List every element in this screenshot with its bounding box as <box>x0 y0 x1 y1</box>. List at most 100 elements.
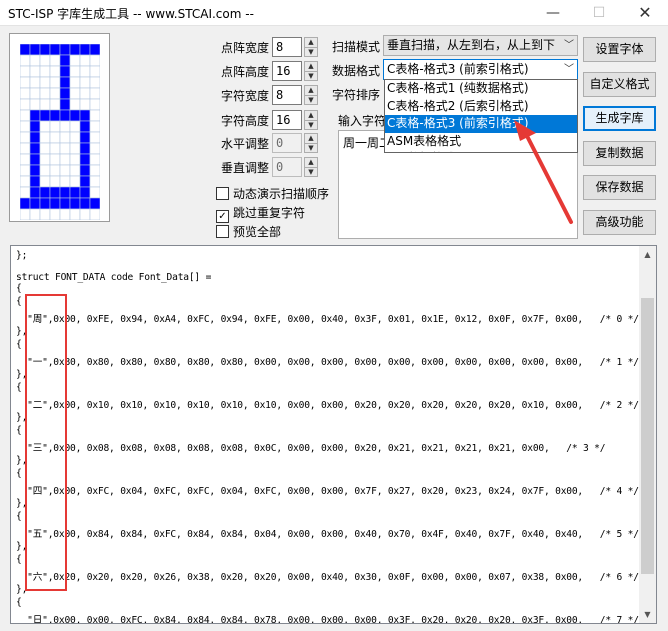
pixel-on[interactable] <box>69 44 81 56</box>
pixel-off[interactable] <box>20 175 31 188</box>
pixel-off[interactable] <box>39 142 51 155</box>
pixel-on[interactable] <box>29 175 41 188</box>
pixel-on[interactable] <box>49 109 61 122</box>
pixel-off[interactable] <box>29 54 41 67</box>
pixel-on[interactable] <box>29 164 41 177</box>
code-output[interactable]: }; struct FONT_DATA code Font_Data[] ={{ … <box>10 245 657 624</box>
pixel-off[interactable] <box>39 120 51 133</box>
spin-down-icon[interactable]: ▼ <box>305 71 317 80</box>
set-font-button[interactable]: 设置字体 <box>583 37 656 62</box>
generate-font-button[interactable]: 生成字库 <box>583 106 656 131</box>
pixel-off[interactable] <box>69 142 81 155</box>
pixel-off[interactable] <box>49 76 61 89</box>
pixel-off[interactable] <box>39 65 51 78</box>
pixel-off[interactable] <box>29 98 41 111</box>
pixel-off[interactable] <box>20 98 31 111</box>
pixel-off[interactable] <box>59 153 71 166</box>
pixel-off[interactable] <box>39 153 51 166</box>
pixel-off[interactable] <box>20 153 31 166</box>
pixel-on[interactable] <box>29 44 41 56</box>
spin-down-icon[interactable]: ▼ <box>305 47 317 56</box>
maximize-button[interactable]: ☐ <box>576 0 622 26</box>
pixel-off[interactable] <box>89 98 100 111</box>
dot-height-input[interactable]: 16 <box>272 61 302 81</box>
pixel-off[interactable] <box>20 164 31 177</box>
pixel-off[interactable] <box>20 109 31 122</box>
v-adjust-spinner[interactable]: ▲ ▼ <box>304 157 318 177</box>
pixel-on[interactable] <box>59 98 71 111</box>
pixel-off[interactable] <box>59 208 71 220</box>
animate-scan-checkbox[interactable]: 动态演示扫描顺序 <box>216 185 329 203</box>
pixel-on[interactable] <box>79 120 91 133</box>
skip-duplicate-check-box[interactable]: ✓ <box>216 210 229 223</box>
pixel-off[interactable] <box>39 175 51 188</box>
pixel-off[interactable] <box>39 87 51 100</box>
copy-data-button[interactable]: 复制数据 <box>583 141 656 166</box>
pixel-on[interactable] <box>39 44 51 56</box>
pixel-off[interactable] <box>49 98 61 111</box>
v-adjust-input[interactable]: 0 <box>272 157 302 177</box>
data-format-option[interactable]: ASM表格格式 <box>385 133 577 151</box>
spin-up-icon[interactable]: ▲ <box>305 134 317 143</box>
pixel-off[interactable] <box>59 142 71 155</box>
char-width-input[interactable]: 8 <box>272 85 302 105</box>
pixel-on[interactable] <box>79 131 91 144</box>
pixel-off[interactable] <box>49 87 61 100</box>
pixel-on[interactable] <box>59 54 71 67</box>
char-height-spinner[interactable]: ▲ ▼ <box>304 110 318 130</box>
pixel-off[interactable] <box>20 142 31 155</box>
h-adjust-input[interactable]: 0 <box>272 133 302 153</box>
pixel-on[interactable] <box>29 186 41 199</box>
pixel-off[interactable] <box>49 164 61 177</box>
pixel-off[interactable] <box>69 175 81 188</box>
pixel-off[interactable] <box>69 131 81 144</box>
spin-down-icon[interactable]: ▼ <box>305 167 317 176</box>
save-data-button[interactable]: 保存数据 <box>583 175 656 200</box>
pixel-off[interactable] <box>89 153 100 166</box>
pixel-off[interactable] <box>79 98 91 111</box>
spin-down-icon[interactable]: ▼ <box>305 143 317 152</box>
data-format-option[interactable]: C表格-格式2 (后索引格式) <box>385 98 577 116</box>
pixel-off[interactable] <box>20 54 31 67</box>
pixel-on[interactable] <box>29 197 41 210</box>
minimize-button[interactable]: — <box>530 0 576 26</box>
pixel-on[interactable] <box>59 76 71 89</box>
pixel-off[interactable] <box>20 120 31 133</box>
pixel-on[interactable] <box>69 109 81 122</box>
pixel-off[interactable] <box>79 54 91 67</box>
dot-height-spinner[interactable]: ▲ ▼ <box>304 61 318 81</box>
advanced-button[interactable]: 高级功能 <box>583 210 656 235</box>
pixel-off[interactable] <box>69 65 81 78</box>
spin-up-icon[interactable]: ▲ <box>305 158 317 167</box>
pixel-off[interactable] <box>49 131 61 144</box>
pixel-off[interactable] <box>79 87 91 100</box>
pixel-off[interactable] <box>39 54 51 67</box>
dot-width-spinner[interactable]: ▲ ▼ <box>304 37 318 57</box>
pixel-off[interactable] <box>89 131 100 144</box>
pixel-off[interactable] <box>89 109 100 122</box>
data-format-option[interactable]: BIN数据格式 <box>385 150 577 152</box>
pixel-on[interactable] <box>49 197 61 210</box>
pixel-off[interactable] <box>79 65 91 78</box>
pixel-on[interactable] <box>69 186 81 199</box>
spin-up-icon[interactable]: ▲ <box>305 111 317 120</box>
pixel-off[interactable] <box>49 65 61 78</box>
pixel-off[interactable] <box>69 98 81 111</box>
pixel-off[interactable] <box>59 175 71 188</box>
pixel-off[interactable] <box>89 87 100 100</box>
pixel-off[interactable] <box>39 164 51 177</box>
pixel-off[interactable] <box>20 131 31 144</box>
pixel-off[interactable] <box>29 87 41 100</box>
pixel-on[interactable] <box>89 44 100 56</box>
pixel-on[interactable] <box>69 197 81 210</box>
pixel-off[interactable] <box>39 131 51 144</box>
pixel-off[interactable] <box>79 208 91 220</box>
pixel-off[interactable] <box>59 120 71 133</box>
pixel-off[interactable] <box>89 186 100 199</box>
pixel-off[interactable] <box>89 76 100 89</box>
pixel-on[interactable] <box>59 44 71 56</box>
spin-down-icon[interactable]: ▼ <box>305 95 317 104</box>
pixel-on[interactable] <box>20 197 31 210</box>
pixel-off[interactable] <box>20 76 31 89</box>
data-format-select[interactable]: C表格-格式3 (前索引格式) ﹀ <box>383 59 578 80</box>
